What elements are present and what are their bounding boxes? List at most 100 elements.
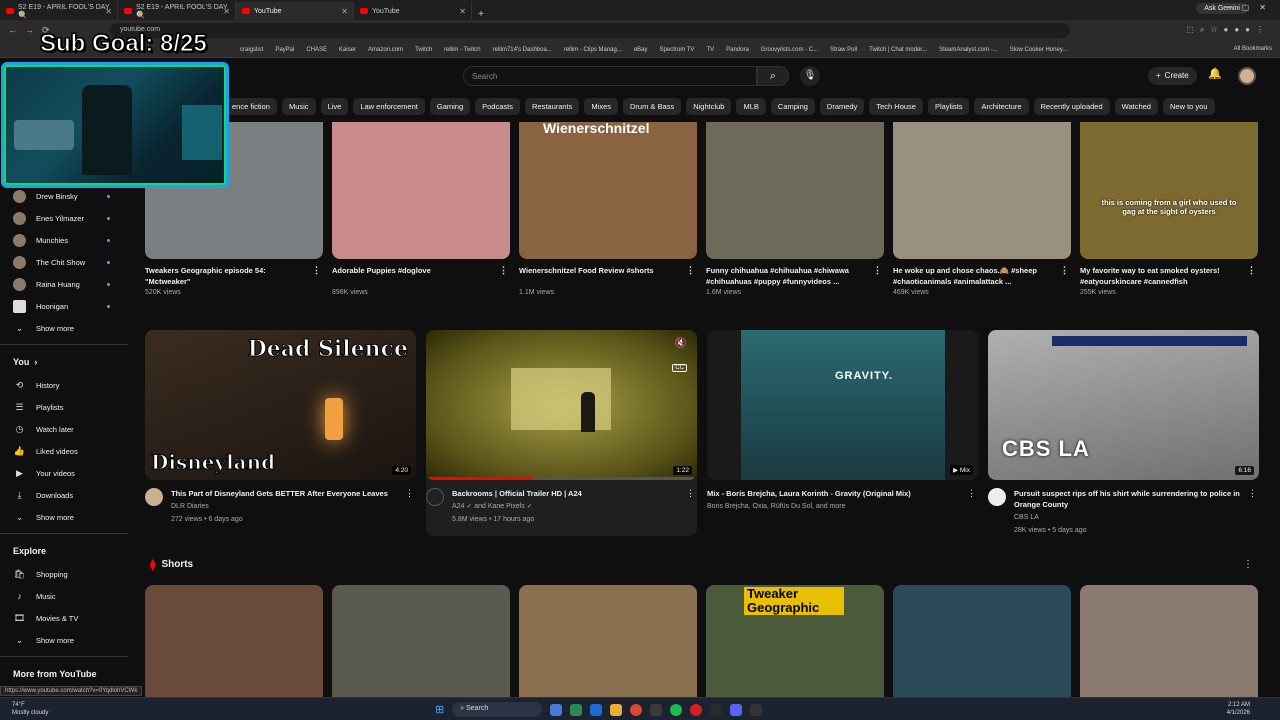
chip[interactable]: Restaurants [524, 98, 580, 115]
taskbar-search[interactable]: ⌕ Search [452, 702, 543, 717]
video-title[interactable]: Adorable Puppies #doglove ⋮ [332, 265, 510, 287]
url-field[interactable]: youtube.com [110, 23, 1070, 38]
video-thumbnail[interactable]: GRAVITY. ▶ Mix [707, 330, 978, 480]
app-icon[interactable] [570, 703, 583, 716]
sidebar-item-history[interactable]: ⟲ History [0, 374, 128, 396]
video-thumbnail[interactable]: Wienerschnitzel [519, 122, 697, 259]
bookmark[interactable]: craigslist [240, 47, 263, 53]
obs-icon[interactable] [710, 703, 723, 716]
bookmark[interactable]: TV [706, 47, 714, 53]
extension-icons[interactable]: ⬚⌕☆●●●⋮ [1186, 25, 1270, 35]
sidebar-item-music[interactable]: ♪ Music [0, 585, 128, 607]
create-button[interactable]: + Create [1148, 67, 1197, 85]
mute-icon[interactable]: 🔇 [675, 338, 687, 349]
bookmark[interactable]: rellim - Clips Manag... [564, 47, 622, 53]
bookmark[interactable]: Kaiser [339, 47, 356, 53]
video-title[interactable]: Backrooms | Official Trailer HD | A24 [452, 488, 596, 499]
video-card[interactable]: Wienerschnitzel Wienerschnitzel Food Rev… [519, 122, 697, 296]
show-more-you[interactable]: ⌄ Show more [0, 506, 128, 528]
video-thumbnail[interactable] [893, 122, 1071, 259]
account-avatar[interactable] [1238, 67, 1256, 85]
more-options-icon[interactable]: ⋮ [405, 488, 414, 499]
video-title[interactable]: This Part of Disneyland Gets BETTER Afte… [171, 488, 402, 499]
chip[interactable]: ence fiction [225, 98, 277, 115]
channel-name[interactable]: Boris Brejcha, Oxia, Rüfüs Du Sol, and m… [707, 501, 925, 512]
chip[interactable]: MLB [736, 98, 766, 115]
more-options-icon[interactable]: ⋮ [312, 265, 321, 276]
sidebar-subscription[interactable]: Raina Huang [0, 273, 128, 295]
bookmark[interactable]: rellim714's Dashboa... [493, 47, 552, 53]
video-card[interactable]: this is coming from a girl who used to g… [1080, 122, 1258, 296]
bookmark[interactable]: Pandora [726, 47, 749, 53]
short-thumbnail[interactable]: Tweaker Geographic [706, 585, 884, 697]
browser-tab[interactable]: S2 E19 - APRIL FOOL'S DAY 🍭 ✕ [118, 2, 236, 20]
short-thumbnail[interactable] [519, 585, 697, 697]
video-card[interactable]: CBS LA 6:16 Pursuit suspect rips off his… [988, 330, 1259, 536]
bookmark[interactable]: Straw Poll [830, 47, 857, 53]
opera-icon[interactable] [690, 703, 703, 716]
sidebar-item-your-videos[interactable]: ▶ Your videos [0, 462, 128, 484]
more-options-icon[interactable]: ⋮ [1247, 265, 1256, 276]
window-controls[interactable]: —▢✕ [1224, 3, 1276, 12]
app-icon[interactable] [650, 703, 663, 716]
video-thumbnail[interactable]: this is coming from a girl who used to g… [1080, 122, 1258, 259]
more-options-icon[interactable]: ⋮ [686, 265, 695, 276]
video-card-hovered[interactable]: 🔇 CC 1:22 Backrooms | Official Trailer H… [426, 330, 697, 536]
chip[interactable]: Gaming [429, 98, 471, 115]
chip[interactable]: Podcasts [475, 98, 520, 115]
chip[interactable]: Dramedy [819, 98, 865, 115]
video-title[interactable]: Mix - Boris Brejcha, Laura Korinth - Gra… [707, 488, 925, 499]
channel-name[interactable]: DLR Diaries [171, 501, 402, 512]
notifications-bell-icon[interactable]: 🔔 [1208, 67, 1222, 80]
chip[interactable]: Drum & Bass [623, 98, 682, 115]
video-title[interactable]: My favorite way to eat smoked oysters! #… [1080, 265, 1258, 287]
captions-icon[interactable]: CC [672, 364, 687, 372]
bookmark[interactable]: Twitch [415, 47, 432, 53]
voice-search-button[interactable]: 🎙 [800, 66, 820, 86]
weather-widget[interactable]: 74°F Mostly cloudy [12, 701, 48, 717]
sidebar-subscription[interactable]: Enes Yilmazer [0, 207, 128, 229]
bookmark[interactable]: Twitch | Chat moder... [869, 47, 927, 53]
more-options-icon[interactable]: ⋮ [1060, 265, 1069, 276]
chip[interactable]: Architecture [974, 98, 1029, 115]
close-tab-icon[interactable]: ✕ [459, 7, 466, 16]
chip[interactable]: Tech House [869, 98, 923, 115]
sidebar-subscription[interactable]: Hoonigan [0, 295, 128, 317]
bookmark[interactable]: Amazon.com [368, 47, 403, 53]
bookmark[interactable]: PayPal [275, 47, 294, 53]
video-card[interactable]: Funny chihuahua #chihuahua #chiwawa #chi… [706, 122, 884, 296]
sidebar-item-watch-later[interactable]: ◷ Watch later [0, 418, 128, 440]
close-tab-icon[interactable]: ✕ [341, 7, 348, 16]
app-icon[interactable] [750, 703, 763, 716]
chip[interactable]: Recently uploaded [1033, 98, 1110, 115]
video-card[interactable]: He woke up and chose chaos.🙈 #sheep #cha… [893, 122, 1071, 296]
more-options-icon[interactable]: ⋮ [686, 488, 695, 499]
short-thumbnail[interactable] [1080, 585, 1258, 697]
chip[interactable]: Camping [770, 98, 815, 115]
video-title[interactable]: Pursuit suspect rips off his shirt while… [1014, 488, 1259, 510]
task-view-icon[interactable] [550, 703, 563, 716]
video-card[interactable]: Adorable Puppies #doglove ⋮ 898K views [332, 122, 510, 296]
short-thumbnail[interactable] [332, 585, 510, 697]
bookmark[interactable]: Groovylists.com - C... [761, 47, 818, 53]
chip[interactable]: Mixes [584, 98, 619, 115]
new-tab-button[interactable]: + [472, 9, 490, 20]
more-options-icon[interactable]: ⋮ [873, 265, 882, 276]
channel-avatar[interactable] [145, 488, 163, 506]
more-options-icon[interactable]: ⋮ [967, 488, 976, 499]
bookmark[interactable]: SteamAnalyst.com -... [939, 47, 998, 53]
bookmark[interactable]: Slow Cooker Honey... [1010, 47, 1068, 53]
chip[interactable]: Playlists [927, 98, 970, 115]
bookmark[interactable]: CHASE [306, 47, 327, 53]
discord-icon[interactable] [730, 703, 743, 716]
sidebar-subscription[interactable]: Drew Binsky [0, 185, 128, 207]
short-thumbnail[interactable] [145, 585, 323, 697]
video-card[interactable]: Dead Silence Disneyland 4:20 This Part o… [145, 330, 416, 536]
browser-tab[interactable]: S2 E19 - APRIL FOOL'S DAY 🍭 ✕ [0, 2, 118, 20]
chip[interactable]: Law enforcement [353, 98, 425, 115]
channel-name[interactable]: A24 ✓ and Kane Pixels ✓ [452, 501, 596, 512]
windows-start-icon[interactable]: ⊞ [435, 703, 444, 716]
channel-avatar[interactable] [988, 488, 1006, 506]
search-button[interactable]: ⌕ [757, 66, 789, 86]
more-options-icon[interactable]: ⋮ [499, 265, 508, 276]
